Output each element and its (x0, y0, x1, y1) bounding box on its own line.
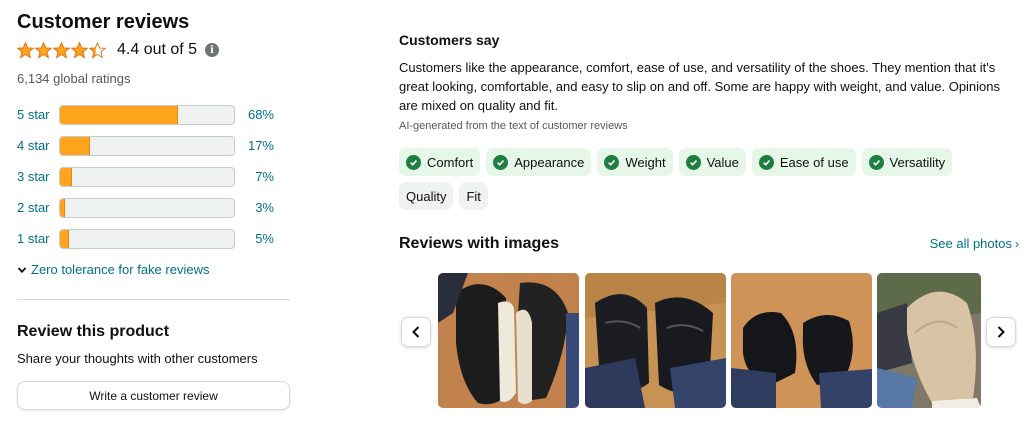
chip-label: Ease of use (779, 154, 849, 170)
histogram-label[interactable]: 1 star (17, 231, 59, 246)
histogram-percent[interactable]: 68% (235, 107, 291, 122)
histogram-label[interactable]: 3 star (17, 169, 59, 184)
customers-say-heading: Customers say (399, 32, 500, 48)
global-ratings-count: 6,134 global ratings (17, 71, 131, 86)
divider (17, 299, 290, 300)
histogram-label[interactable]: 4 star (17, 138, 59, 153)
histogram-fill (60, 198, 66, 217)
customer-reviews-panel: Customer reviews 4.4 out of 5 i 6,134 gl… (17, 10, 291, 410)
histogram-percent[interactable]: 5% (235, 231, 291, 246)
review-image-thumbnail[interactable] (877, 273, 981, 408)
chip-label: Versatility (889, 154, 946, 170)
star-rating (17, 41, 106, 59)
histogram-bar[interactable] (59, 135, 235, 156)
star-icon (35, 41, 52, 59)
average-rating-text: 4.4 out of 5 (117, 41, 198, 58)
star-icon (53, 41, 70, 59)
review-image-thumbnail[interactable] (438, 273, 579, 408)
ai-generated-note: AI-generated from the text of customer r… (399, 120, 628, 132)
check-circle-icon (406, 154, 421, 170)
review-image-thumbnail[interactable] (731, 273, 872, 408)
histogram-row-5-star[interactable]: 5 star 68% (17, 99, 291, 130)
review-images-carousel (400, 273, 1020, 409)
average-rating[interactable]: 4.4 out of 5 i (17, 37, 291, 63)
star-icon (71, 41, 88, 59)
chip-label: Quality (406, 188, 447, 204)
chevron-left-icon (412, 326, 420, 338)
histogram-row-2-star[interactable]: 2 star 3% (17, 192, 291, 223)
histogram-percent[interactable]: 3% (235, 200, 291, 215)
review-aspect-chips: Comfort Appearance Weight Value Ease of … (399, 148, 959, 210)
review-product-heading: Review this product (17, 323, 170, 340)
histogram-bar[interactable] (59, 104, 235, 125)
histogram-bar[interactable] (59, 228, 235, 249)
check-circle-icon (685, 154, 701, 170)
chip-ease-of-use[interactable]: Ease of use (751, 148, 856, 176)
see-all-photos-text[interactable]: See all photos (930, 236, 1012, 251)
chevron-down-icon (17, 266, 27, 273)
histogram-percent[interactable]: 17% (235, 138, 291, 153)
chip-versatility[interactable]: Versatility (861, 148, 953, 176)
histogram-fill (60, 167, 73, 186)
histogram-row-3-star[interactable]: 3 star 7% (17, 161, 291, 192)
info-icon[interactable]: i (205, 43, 220, 57)
check-circle-icon (604, 154, 620, 170)
review-image-thumbnail[interactable] (585, 273, 726, 408)
histogram-bar[interactable] (59, 197, 235, 218)
histogram-fill (60, 136, 90, 155)
check-circle-icon (868, 154, 884, 170)
review-product-subtext: Share your thoughts with other customers (17, 351, 258, 366)
fake-reviews-link[interactable]: Zero tolerance for fake reviews (17, 262, 291, 277)
chip-label: Fit (466, 188, 481, 204)
chip-weight[interactable]: Weight (597, 148, 673, 176)
histogram-percent[interactable]: 7% (235, 169, 291, 184)
histogram-row-4-star[interactable]: 4 star 17% (17, 130, 291, 161)
chip-label: Appearance (514, 154, 585, 170)
customers-say-panel: Customers say Customers like the appeara… (399, 28, 1019, 253)
chip-quality[interactable]: Quality (399, 182, 454, 210)
reviews-with-images-heading: Reviews with images (399, 235, 560, 252)
chip-label: Comfort (427, 154, 474, 170)
chip-comfort[interactable]: Comfort (399, 148, 481, 176)
carousel-previous-button[interactable] (401, 317, 431, 347)
histogram-fill (60, 105, 179, 124)
write-review-button[interactable]: Write a customer review (17, 381, 290, 410)
histogram-fill (60, 229, 69, 248)
customer-reviews-title: Customer reviews (17, 11, 190, 33)
histogram-row-1-star[interactable]: 1 star 5% (17, 223, 291, 254)
customers-say-summary: Customers like the appearance, comfort, … (399, 60, 1001, 113)
fake-reviews-link-text[interactable]: Zero tolerance for fake reviews (31, 262, 209, 277)
star-icon (89, 41, 106, 59)
check-circle-icon (758, 154, 774, 170)
chip-fit[interactable]: Fit (459, 182, 488, 210)
chevron-right-icon (997, 326, 1005, 338)
check-circle-icon (493, 154, 509, 170)
chip-label: Weight (625, 154, 666, 170)
chip-label: Value (706, 154, 739, 170)
see-all-photos-link[interactable]: See all photos › (930, 236, 1019, 251)
histogram-bar[interactable] (59, 166, 235, 187)
histogram-label[interactable]: 5 star (17, 107, 59, 122)
star-icon (17, 41, 34, 59)
chevron-right-icon: › (1015, 236, 1019, 251)
reviews-with-images-header: Reviews with images See all photos › (399, 235, 1019, 253)
chip-appearance[interactable]: Appearance (486, 148, 592, 176)
chip-value[interactable]: Value (678, 148, 746, 176)
histogram-label[interactable]: 2 star (17, 200, 59, 215)
rating-histogram: 5 star 68% 4 star 17% 3 star 7% 2 star 3… (17, 99, 291, 254)
carousel-next-button[interactable] (986, 317, 1016, 347)
